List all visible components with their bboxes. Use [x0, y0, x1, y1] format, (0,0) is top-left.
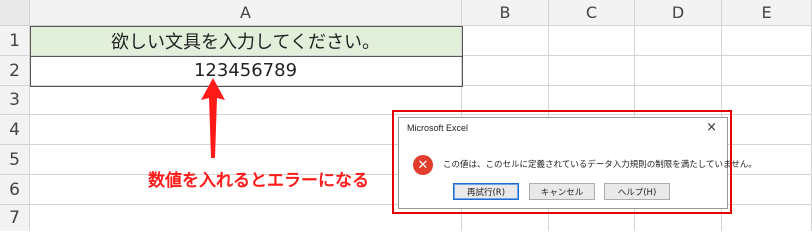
arrow-shape [201, 78, 225, 158]
dialog-message: この値は、このセルに定義されているデータ入力規則の制限を満たしていません。 [443, 160, 757, 170]
column-header-c[interactable]: C [549, 0, 635, 26]
retry-button[interactable]: 再試行(R) [453, 183, 519, 200]
column-header-d[interactable]: D [635, 0, 722, 26]
column-header-e[interactable]: E [722, 0, 812, 26]
error-dialog: Microsoft Excel × ✕ この値は、このセルに定義されているデータ… [398, 117, 757, 209]
row-header-4[interactable]: 4 [0, 115, 30, 145]
cell-e6[interactable] [722, 175, 812, 205]
dialog-title: Microsoft Excel [407, 123, 469, 133]
cell-d1[interactable] [635, 26, 722, 56]
cell-e3[interactable] [722, 86, 812, 115]
column-header-a[interactable]: A [30, 0, 462, 26]
cell-c1[interactable] [549, 26, 635, 56]
row-header-7[interactable]: 7 [0, 205, 30, 231]
table-divider [30, 56, 463, 57]
cell-e4[interactable] [722, 115, 812, 145]
column-header-b[interactable]: B [462, 0, 549, 26]
cell-b1[interactable] [462, 26, 549, 56]
annotation-text: 数値を入れるとエラーになる [148, 171, 369, 191]
cell-e7[interactable] [722, 205, 812, 231]
cell-b2[interactable] [462, 56, 549, 86]
row-header-1[interactable]: 1 [0, 26, 30, 56]
cell-d2[interactable] [635, 56, 722, 86]
row-header-2[interactable]: 2 [0, 56, 30, 86]
cell-c2[interactable] [549, 56, 635, 86]
row-header-5[interactable]: 5 [0, 145, 30, 175]
help-button[interactable]: ヘルプ(H) [604, 183, 670, 200]
row-header-3[interactable]: 3 [0, 86, 30, 115]
row-header-6[interactable]: 6 [0, 175, 30, 205]
error-icon: ✕ [413, 155, 433, 175]
cell-e1[interactable] [722, 26, 812, 56]
select-all-corner[interactable] [0, 0, 30, 26]
cell-e2[interactable] [722, 56, 812, 86]
cancel-button[interactable]: キャンセル [529, 183, 595, 200]
annotation-arrow [201, 78, 225, 158]
close-icon[interactable]: × [706, 120, 717, 135]
